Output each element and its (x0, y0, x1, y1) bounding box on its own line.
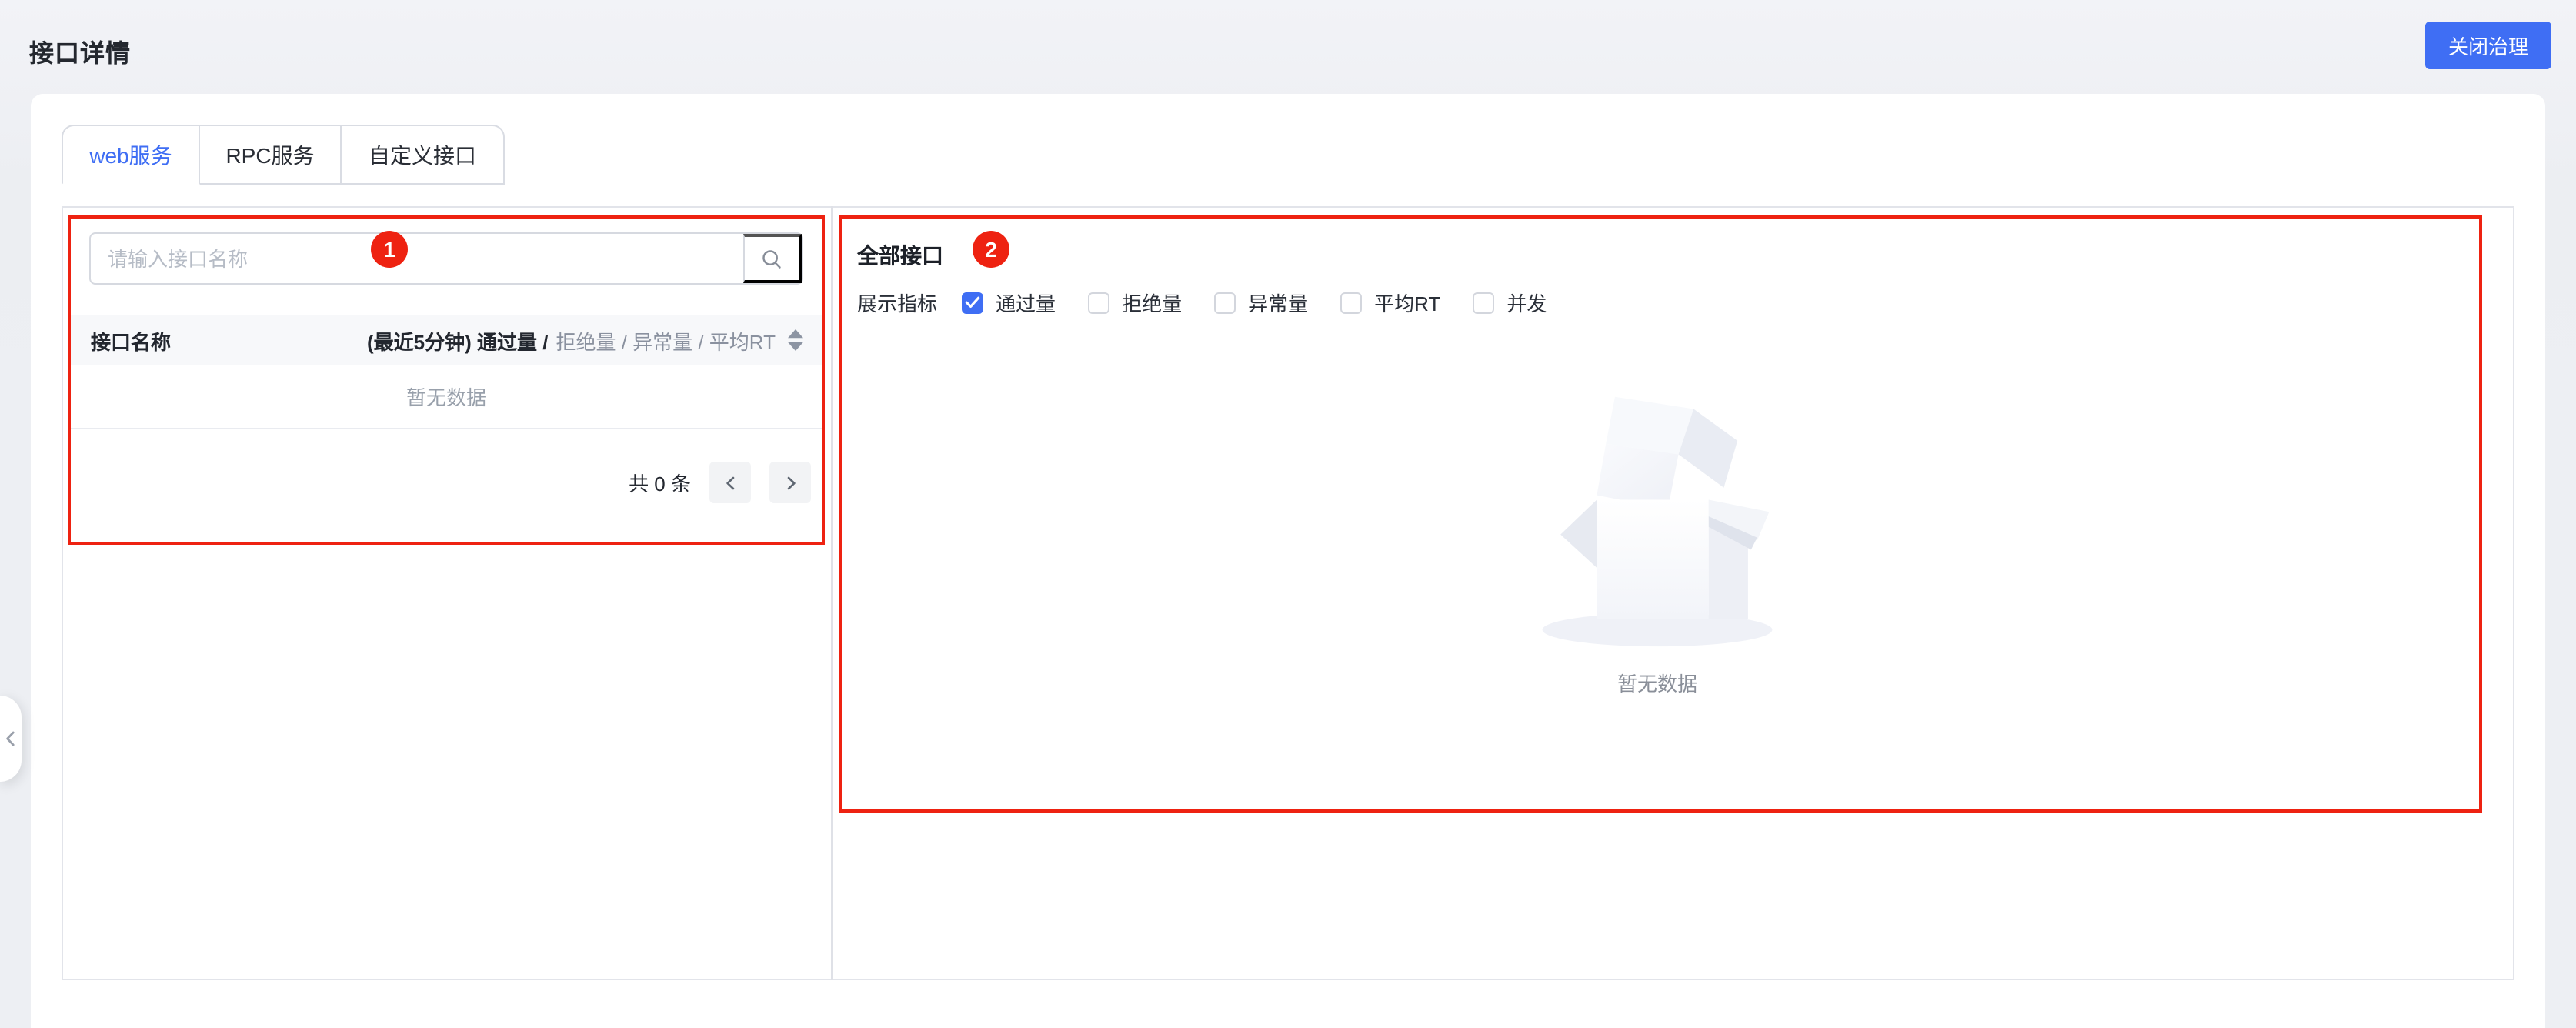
close-governance-button[interactable]: 关闭治理 (2425, 22, 2551, 69)
checkbox-exception[interactable] (1214, 292, 1236, 313)
metric-avg-rt-checkbox-item[interactable]: 平均RT (1340, 288, 1440, 317)
metric-exception-checkbox-item[interactable]: 异常量 (1214, 288, 1308, 317)
tab-custom-interface[interactable]: 自定义接口 (342, 125, 505, 185)
metric-pass-checkbox-item[interactable]: 通过量 (962, 288, 1056, 317)
interface-search-box (89, 232, 803, 285)
checkbox-pass[interactable] (962, 292, 984, 313)
tab-web-service[interactable]: web服务 (62, 125, 200, 185)
search-input[interactable] (91, 234, 743, 283)
caret-up-down-icon (788, 329, 803, 351)
pagination-total: 共 0 条 (629, 472, 691, 496)
chart-empty-state: 暂无数据 (833, 388, 2482, 697)
sorter-control[interactable] (788, 329, 803, 351)
column-metrics-primary: (最近5分钟) 通过量 / (367, 330, 549, 353)
page-title: 接口详情 (29, 42, 132, 68)
empty-box-illustration (1542, 396, 1773, 647)
metric-exception-label[interactable]: 异常量 (1248, 288, 1308, 317)
column-metrics: (最近5分钟) 通过量 / 拒绝量 / 异常量 / 平均RT (367, 325, 803, 355)
collapse-chevron-left-icon (6, 731, 15, 746)
service-tabs: web服务 RPC服务 自定义接口 (62, 125, 505, 185)
sidebar-collapse-handle[interactable] (0, 696, 22, 782)
check-icon (965, 296, 980, 308)
app-viewport: 接口详情 关闭治理 web服务 RPC服务 自定义接口 接口名称 (最近5分钟)… (0, 0, 2576, 1028)
pagination: 共 0 条 (68, 442, 825, 523)
column-interface-name: 接口名称 (91, 330, 172, 353)
pagination-prev-button[interactable] (709, 462, 751, 503)
metrics-filter-row: 展示指标 通过量 拒绝量 异常量 平均RT 并发 (857, 288, 1579, 317)
metric-concurrency-label[interactable]: 并发 (1507, 288, 1547, 317)
chevron-right-icon (786, 476, 795, 489)
table-empty-text: 暂无数据 (405, 386, 486, 409)
chevron-left-icon (726, 476, 734, 489)
column-metrics-secondary: 拒绝量 / 异常量 / 平均RT (556, 330, 776, 353)
all-interfaces-title: 全部接口 (857, 243, 943, 268)
table-empty-row: 暂无数据 (68, 365, 825, 429)
magnifier-icon (762, 249, 781, 268)
chart-empty-text: 暂无数据 (1617, 673, 1697, 696)
metric-pass-label[interactable]: 通过量 (996, 288, 1056, 317)
tab-rpc-service[interactable]: RPC服务 (200, 125, 342, 185)
checkbox-concurrency[interactable] (1473, 292, 1495, 313)
metrics-filter-label: 展示指标 (857, 292, 938, 315)
search-button[interactable] (743, 234, 802, 283)
table-header-row: 接口名称 (最近5分钟) 通过量 / 拒绝量 / 异常量 / 平均RT (68, 315, 825, 365)
metric-concurrency-checkbox-item[interactable]: 并发 (1473, 288, 1547, 317)
metric-reject-label[interactable]: 拒绝量 (1122, 288, 1182, 317)
metric-avg-rt-label[interactable]: 平均RT (1374, 288, 1440, 317)
metric-reject-checkbox-item[interactable]: 拒绝量 (1088, 288, 1182, 317)
checkbox-reject[interactable] (1088, 292, 1110, 313)
checkbox-avg-rt[interactable] (1340, 292, 1363, 313)
pagination-next-button[interactable] (769, 462, 811, 503)
